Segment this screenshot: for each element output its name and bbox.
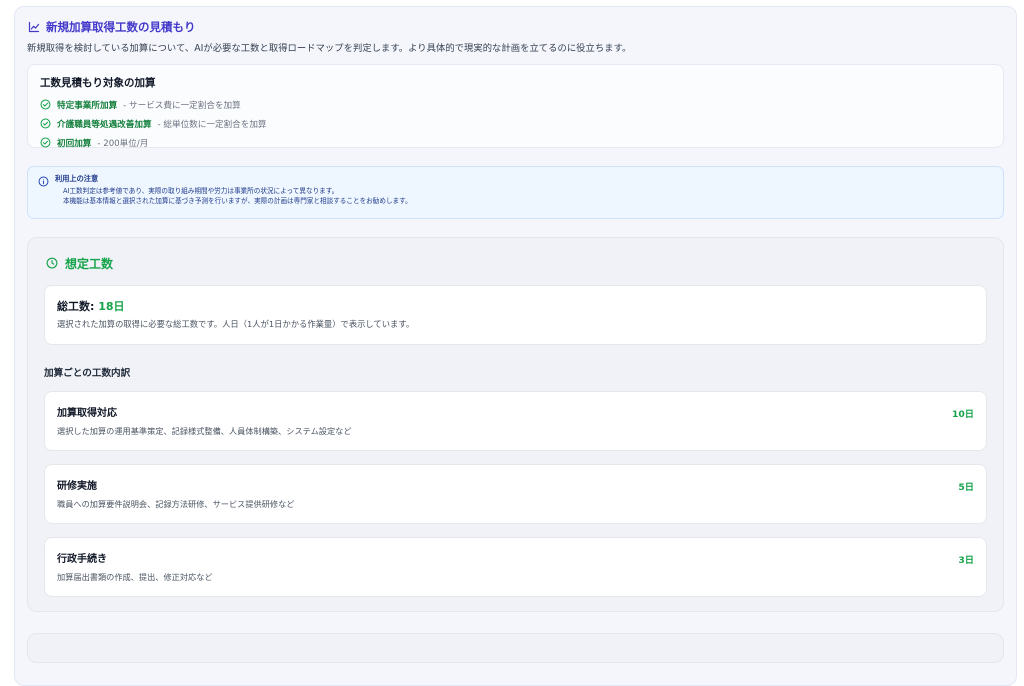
addition-desc: - 200単位/月 <box>97 138 149 149</box>
breakdown-title: 加算ごとの工数内訳 <box>44 368 131 379</box>
next-section-card <box>27 633 1004 663</box>
breakdown-days: 3日 <box>958 555 974 566</box>
breakdown-desc: 選択した加算の運用基準策定、記録様式整備、人員体制構築、システム設定など <box>57 426 352 436</box>
estimate-panel: 新規加算取得工数の見積もり 新規取得を検討している加算について、AIが必要な工数… <box>14 6 1017 686</box>
addition-name: 特定事業所加算 <box>57 100 118 111</box>
breakdown-card: 行政手続き 加算届出書類の作成、提出、修正対応など 3日 <box>44 537 987 597</box>
breakdown-card: 加算取得対応 選択した加算の運用基準策定、記録様式整備、人員体制構築、システム設… <box>44 391 987 451</box>
total-effort-card: 総工数: 18日 選択された加算の取得に必要な総工数です。人日（1人が1日かかる… <box>44 285 987 345</box>
breakdown-card: 研修実施 職員への加算要件説明会、記録方法研修、サービス提供研修など 5日 <box>44 464 987 524</box>
notice-line: AI工数判定は参考値であり、実際の取り組み期間や労力は事業所の状況によって異なり… <box>63 187 339 195</box>
notice-line: 本機能は基本情報と選択された加算に基づき予測を行いますが、実際の計画は専門家と相… <box>63 197 412 205</box>
total-effort: 総工数: 18日 <box>57 298 974 314</box>
section-description: 新規取得を検討している加算について、AIが必要な工数と取得ロードマップを判定しま… <box>27 43 632 54</box>
line-chart-icon <box>28 21 40 33</box>
target-additions-title: 工数見積もり対象の加算 <box>40 77 156 89</box>
breakdown-name: 加算取得対応 <box>57 408 117 419</box>
clock-icon <box>46 257 58 269</box>
total-effort-label: 総工数: <box>57 300 99 313</box>
addition-name: 初回加算 <box>57 138 92 149</box>
breakdown-name: 行政手続き <box>57 554 107 565</box>
estimated-effort-title-text: 想定工数 <box>65 256 114 271</box>
target-additions-card: 工数見積もり対象の加算 特定事業所加算 - サービス費に一定割合を加算 介護職員… <box>27 64 1004 149</box>
notice-body: 利用上の注意 AI工数判定は参考値であり、実際の取り組み期間や労力は事業所の状況… <box>55 174 412 211</box>
breakdown-days: 10日 <box>952 409 974 420</box>
total-effort-description: 選択された加算の取得に必要な総工数です。人日（1人が1日かかる作業量）で表示して… <box>57 319 415 329</box>
estimated-effort-section: 想定工数 総工数: 18日 選択された加算の取得に必要な総工数です。人日（1人が… <box>27 237 1004 612</box>
list-item: 特定事業所加算 - サービス費に一定割合を加算 <box>40 95 991 114</box>
breakdown-days: 5日 <box>958 482 974 493</box>
addition-name: 介護職員等処遇改善加算 <box>57 119 152 130</box>
notice-title: 利用上の注意 <box>55 174 99 183</box>
list-item: 初回加算 - 200単位/月 <box>40 133 991 152</box>
breakdown-desc: 職員への加算要件説明会、記録方法研修、サービス提供研修など <box>57 499 295 509</box>
usage-notice: 利用上の注意 AI工数判定は参考値であり、実際の取り組み期間や労力は事業所の状況… <box>27 166 1004 219</box>
addition-desc: - サービス費に一定割合を加算 <box>123 100 241 111</box>
breakdown-desc: 加算届出書類の作成、提出、修正対応など <box>57 572 213 582</box>
section-title-text: 新規加算取得工数の見積もり <box>46 20 196 34</box>
check-circle-icon <box>40 118 51 129</box>
section-title: 新規加算取得工数の見積もり <box>28 19 1004 35</box>
breakdown-name: 研修実施 <box>57 481 97 492</box>
info-icon <box>38 176 49 187</box>
addition-desc: - 総単位数に一定割合を加算 <box>157 119 267 130</box>
estimated-effort-title: 想定工数 <box>46 254 987 272</box>
list-item: 介護職員等処遇改善加算 - 総単位数に一定割合を加算 <box>40 114 991 133</box>
total-effort-value: 18日 <box>98 300 125 313</box>
check-circle-icon <box>40 137 51 148</box>
target-additions-list: 特定事業所加算 - サービス費に一定割合を加算 介護職員等処遇改善加算 - 総単… <box>40 95 991 152</box>
check-circle-icon <box>40 99 51 110</box>
